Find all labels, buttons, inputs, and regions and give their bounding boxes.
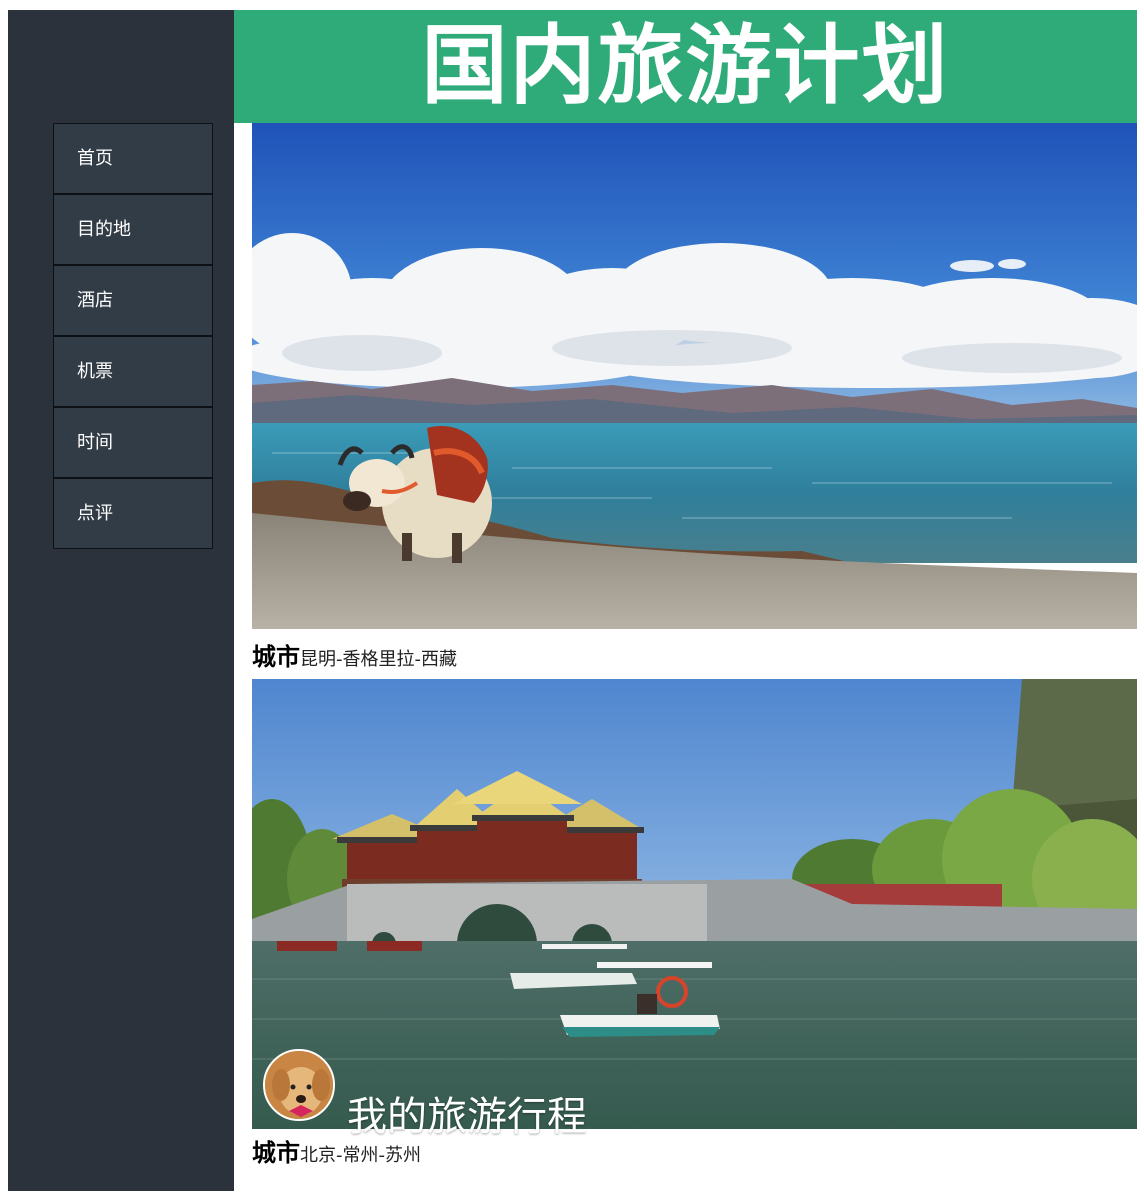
page-header: 国内旅游计划 bbox=[234, 10, 1137, 123]
tibet-lake-photo bbox=[252, 123, 1137, 629]
caption-value: 北京-常州-苏州 bbox=[300, 1145, 421, 1166]
nav-item-flights[interactable]: 机票 bbox=[53, 336, 213, 407]
caption-key: 城市 bbox=[252, 1139, 300, 1167]
page-title: 国内旅游计划 bbox=[421, 16, 950, 116]
nav-item-destination[interactable]: 目的地 bbox=[53, 194, 213, 265]
caption-key: 城市 bbox=[252, 643, 300, 671]
nav-item-time[interactable]: 时间 bbox=[53, 407, 213, 478]
pavilion-bridge-photo bbox=[252, 679, 1137, 1129]
city-caption: 城市昆明-香格里拉-西藏 bbox=[252, 637, 457, 672]
city-caption: 城市北京-常州-苏州 bbox=[252, 1133, 421, 1168]
destination-card-1: 城市昆明-香格里拉-西藏 bbox=[252, 123, 1137, 673]
nav-item-reviews[interactable]: 点评 bbox=[53, 478, 213, 549]
main-nav: 首页 目的地 酒店 机票 时间 点评 bbox=[53, 123, 213, 549]
caption-value: 昆明-香格里拉-西藏 bbox=[300, 649, 457, 670]
sidebar: 首页 目的地 酒店 机票 时间 点评 bbox=[8, 10, 234, 1191]
nav-item-hotel[interactable]: 酒店 bbox=[53, 265, 213, 336]
destination-card-2: 我的旅游行程 城市北京-常州-苏州 bbox=[252, 679, 1137, 1191]
nav-item-home[interactable]: 首页 bbox=[53, 123, 213, 194]
user-avatar[interactable] bbox=[263, 1049, 335, 1121]
